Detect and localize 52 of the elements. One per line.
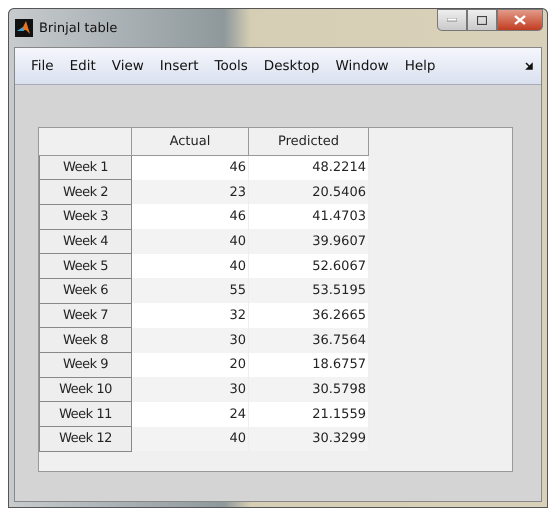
table-cell: 52.6067 (248, 254, 368, 278)
row-header[interactable]: Week 11 (40, 402, 132, 427)
table-cell: 23 (132, 180, 248, 204)
column-header[interactable]: Actual (132, 128, 248, 155)
row-header[interactable]: Week 8 (40, 328, 132, 352)
table-cell: 18.6757 (248, 352, 368, 378)
table-cell: 36.2665 (248, 303, 368, 328)
app-icon (15, 19, 33, 37)
table-cell: 48.2214 (248, 155, 368, 180)
table-cell: 40 (132, 254, 248, 278)
table-cell: 30 (132, 328, 248, 352)
table-cell: 41.4703 (248, 204, 368, 230)
table-cell: 46 (132, 155, 248, 180)
row-header[interactable]: Week 6 (40, 278, 132, 304)
row-header[interactable]: Week 3 (40, 204, 132, 230)
menu-item[interactable]: Desktop (256, 58, 328, 74)
menu-item[interactable]: File (23, 58, 62, 74)
table-cell: 40 (132, 426, 248, 452)
row-header[interactable]: Week 2 (40, 180, 132, 204)
menu-item[interactable]: Window (327, 58, 397, 74)
menu-item[interactable]: Insert (152, 58, 207, 74)
menu-item[interactable]: View (104, 58, 152, 74)
table-cell: 21.1559 (248, 402, 368, 427)
row-header[interactable]: Week 10 (40, 377, 132, 402)
maximize-button[interactable] (467, 9, 497, 31)
table-cell: 30 (132, 377, 248, 402)
maximize-icon (477, 16, 487, 24)
table-cell: 32 (132, 303, 248, 328)
menu-item[interactable]: Tools (206, 58, 256, 74)
table-cell: 55 (132, 278, 248, 304)
table-cell: 46 (132, 204, 248, 230)
close-button[interactable] (497, 9, 543, 31)
menu-item[interactable]: Edit (62, 58, 104, 74)
row-header[interactable]: Week 4 (40, 229, 132, 254)
table-cell: 40 (132, 229, 248, 254)
table-cell: 20 (132, 352, 248, 378)
table-cell: 30.5798 (248, 377, 368, 402)
table-cell: 24 (132, 402, 248, 427)
close-icon (514, 15, 526, 25)
minimize-button[interactable] (437, 9, 467, 31)
row-header[interactable]: Week 5 (40, 254, 132, 278)
dock-arrow-icon (525, 62, 533, 70)
row-header[interactable]: Week 1 (40, 155, 132, 180)
window-title: Brinjal table (39, 20, 118, 36)
table-cell: 39.9607 (248, 229, 368, 254)
minimize-icon (447, 18, 457, 22)
table-cell: 20.5406 (248, 180, 368, 204)
menu-item[interactable]: Help (396, 58, 444, 74)
column-header[interactable]: Predicted (248, 128, 368, 155)
row-header[interactable]: Week 9 (40, 352, 132, 378)
row-header[interactable]: Week 7 (40, 303, 132, 328)
row-header[interactable]: Week 12 (40, 426, 132, 452)
